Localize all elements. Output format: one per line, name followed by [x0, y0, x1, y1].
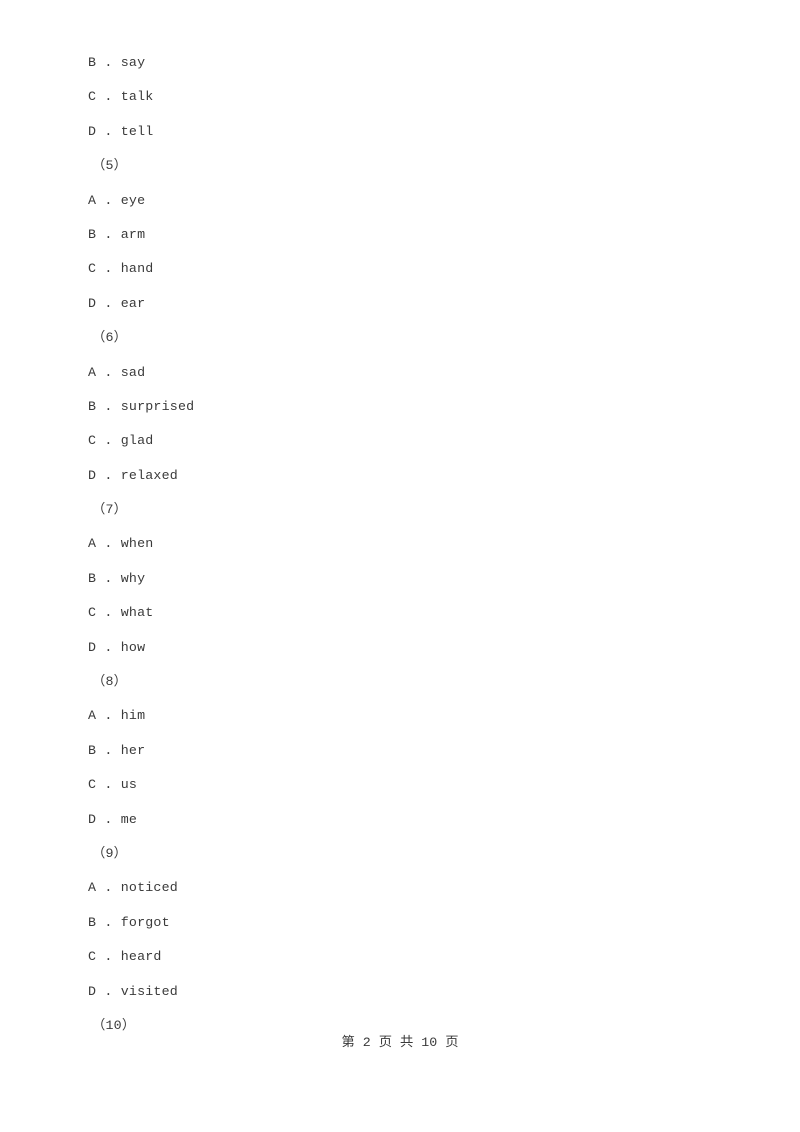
answer-option: B . forgot: [88, 914, 170, 930]
answer-option: D . ear: [88, 295, 146, 311]
answer-option: D . tell: [88, 123, 154, 139]
answer-option: C . what: [88, 605, 154, 621]
answer-option: D . how: [88, 639, 146, 655]
question-list: B . say C . talk D . tell （5） A . eye B . arm…: [88, 46, 728, 1043]
answer-option: D . visited: [88, 983, 178, 999]
answer-option: B . surprised: [88, 398, 195, 414]
answer-option: B . say: [88, 55, 146, 70]
answer-option: A . sad: [88, 364, 146, 380]
question-number: （6）: [92, 330, 128, 346]
answer-option: C . glad: [88, 433, 154, 449]
answer-option: C . talk: [88, 89, 154, 105]
page-footer: 第 2 页 共 10 页: [341, 1035, 459, 1050]
answer-option: C . heard: [88, 949, 162, 965]
answer-option: B . her: [88, 742, 146, 758]
answer-option: B . why: [88, 570, 146, 586]
answer-option: A . him: [88, 708, 146, 724]
answer-option: C . hand: [88, 261, 154, 277]
answer-option: A . when: [88, 536, 154, 552]
question-number: （7）: [92, 502, 128, 518]
answer-option: C . us: [88, 777, 138, 793]
answer-option: B . arm: [88, 226, 146, 242]
answer-option: D . me: [88, 811, 138, 827]
question-number: （8）: [92, 674, 128, 690]
question-number: （9）: [92, 845, 128, 861]
question-number: （5）: [92, 158, 128, 174]
answer-option: A . eye: [88, 192, 146, 208]
answer-option: A . noticed: [88, 880, 178, 896]
document-page: B . say C . talk D . tell （5） A . eye B . arm…: [0, 0, 800, 1132]
answer-option: D . relaxed: [88, 467, 178, 483]
